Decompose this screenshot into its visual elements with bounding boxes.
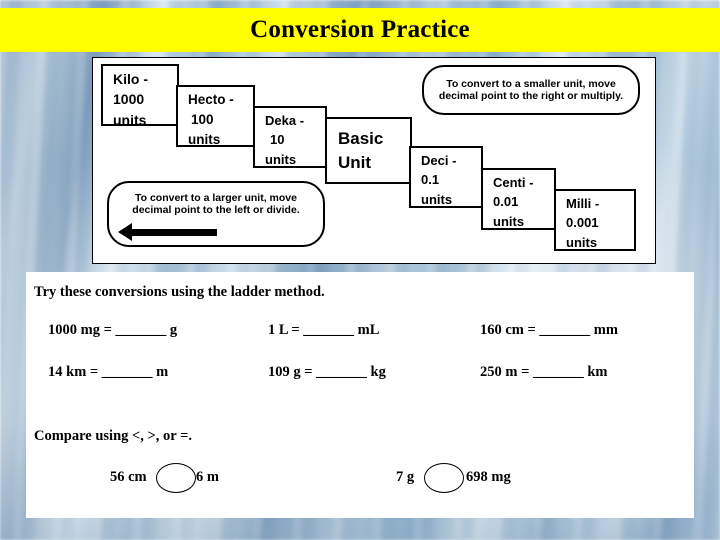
conversion-item-5: 109 g = _______ kg — [268, 364, 386, 380]
ladder-step-milli-line2: 0.001 — [566, 215, 599, 231]
ladder-step-centi-line3: units — [493, 213, 525, 229]
ladder-step-kilo: Kilo - 1000 units — [101, 64, 179, 127]
ladder-step-deka-line3: units — [265, 151, 297, 167]
left-arrow-icon — [118, 223, 217, 241]
ladder-step-hecto-line3: units — [188, 131, 221, 147]
note-convert-smaller-text: To convert to a smaller unit, move decim… — [438, 77, 624, 102]
compare-instruction: Compare using <, >, or =. — [34, 428, 192, 444]
ladder-step-deci-line1: Deci - — [421, 153, 457, 168]
ladder-step-hecto: Hecto - 100 units — [176, 85, 255, 147]
ladder-step-deka: Deka - 10 units — [253, 106, 327, 168]
ladder-step-centi-line2: 0.01 — [493, 194, 519, 210]
ladder-step-centi: Centi - 0.01 units — [481, 168, 556, 230]
ladder-step-hecto-line2: 100 — [191, 111, 214, 127]
comparison-1-answer-circle[interactable] — [156, 463, 196, 493]
ladder-step-milli-line1: Milli - — [566, 196, 600, 211]
ladder-step-deci-line2: 0.1 — [421, 172, 440, 188]
conversion-item-4: 14 km = _______ m — [48, 364, 169, 380]
conversion-item-3: 160 cm = _______ mm — [480, 322, 618, 338]
ladder-step-milli: Milli - 0.001 units — [554, 189, 636, 251]
ladder-step-kilo-line3: units — [113, 111, 147, 128]
ladder-step-basic-line1: Basic — [338, 129, 384, 149]
ladder-step-basic-line2: Unit — [338, 152, 372, 172]
ladder-step-hecto-line1: Hecto - — [188, 92, 234, 107]
ladder-step-basic-unit: Basic Unit — [325, 117, 412, 184]
comparison-2-left: 7 g — [396, 469, 415, 485]
ladder-step-milli-line3: units — [566, 234, 598, 250]
ladder-step-centi-line1: Centi - — [493, 175, 534, 190]
metric-ladder-diagram: Kilo - 1000 units Hecto - 100 units Deka… — [92, 57, 656, 264]
ladder-step-deci-line3: units — [421, 191, 453, 207]
note-convert-smaller: To convert to a smaller unit, move decim… — [422, 65, 640, 115]
conversion-item-2: 1 L = _______ mL — [268, 322, 380, 338]
page-title: Conversion Practice — [250, 16, 470, 43]
ladder-step-kilo-line2: 1000 — [113, 91, 145, 108]
comparison-2-answer-circle[interactable] — [424, 463, 464, 493]
ladder-step-deka-line2: 10 — [270, 132, 285, 148]
comparison-1-left: 56 cm — [110, 469, 147, 485]
conversion-item-1: 1000 mg = _______ g — [48, 322, 178, 338]
conversion-item-6: 250 m = _______ km — [480, 364, 608, 380]
comparison-2-right: 698 mg — [466, 469, 511, 485]
comparison-1-right: 6 m — [196, 469, 219, 485]
note-convert-larger: To convert to a larger unit, move decima… — [107, 181, 325, 247]
ladder-step-deci: Deci - 0.1 units — [409, 146, 483, 208]
ladder-step-deka-line1: Deka - — [265, 113, 305, 128]
ladder-step-kilo-line1: Kilo - — [113, 71, 148, 87]
conversions-instruction: Try these conversions using the ladder m… — [34, 284, 325, 300]
note-convert-larger-text: To convert to a larger unit, move decima… — [132, 192, 300, 217]
